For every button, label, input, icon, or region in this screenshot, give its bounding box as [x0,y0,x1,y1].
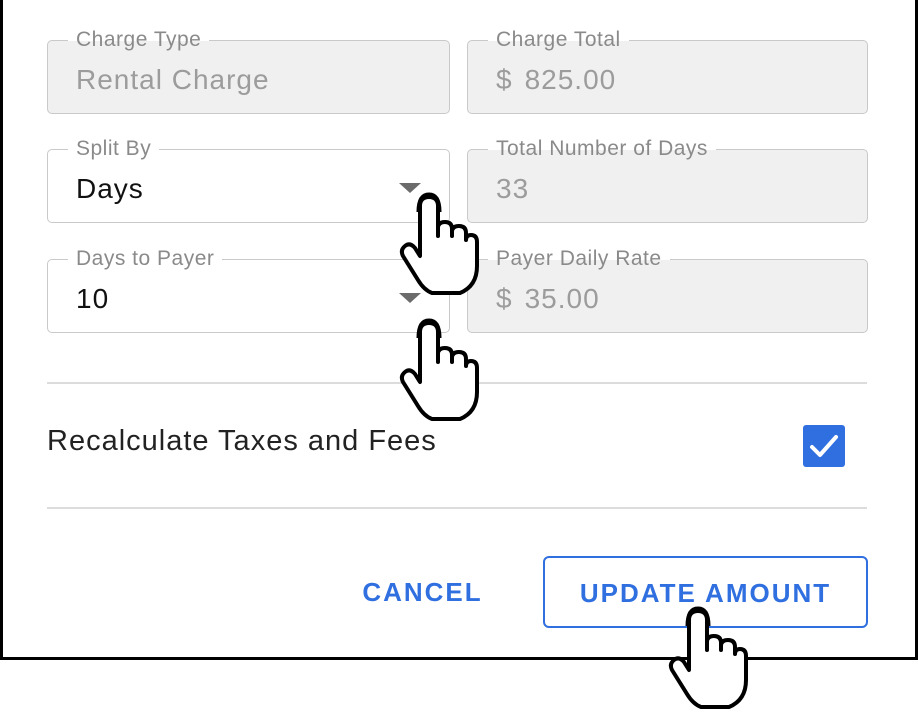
days-to-payer-value: 10 [76,283,110,314]
days-to-payer-select[interactable]: Days to Payer 10 [47,248,450,333]
checkmark-icon [810,435,838,457]
charge-type-value: Rental Charge [76,64,270,95]
total-days-label: Total Number of Days [488,138,716,160]
charge-type-label: Charge Type [68,29,210,51]
charge-total-value-wrap: $825.00 [496,63,616,97]
total-days-field: Total Number of Days 33 [467,138,868,223]
charge-total-value: 825.00 [524,64,617,95]
cancel-button[interactable]: CANCEL [355,565,490,617]
total-days-value: 33 [496,173,530,204]
split-by-select[interactable]: Split By Days [47,138,450,223]
payer-daily-rate-field: Payer Daily Rate $35.00 [467,248,868,333]
currency-symbol: $ [496,64,513,95]
hand-pointer-icon [399,192,479,295]
currency-symbol: $ [496,283,513,314]
days-to-payer-label: Days to Payer [68,248,223,270]
split-by-label: Split By [68,138,160,160]
hand-pointer-icon [399,318,479,421]
charge-total-field: Charge Total $825.00 [467,29,868,114]
payer-daily-rate-label: Payer Daily Rate [488,248,670,270]
payer-daily-rate-value-wrap: $35.00 [496,282,600,316]
hand-pointer-icon [668,606,748,709]
split-by-value: Days [76,173,144,204]
recalculate-label: Recalculate Taxes and Fees [47,425,437,457]
divider [47,507,867,509]
recalculate-checkbox[interactable] [803,425,845,467]
charge-type-field: Charge Type Rental Charge [47,29,450,114]
payer-daily-rate-value: 35.00 [524,283,600,314]
charge-total-label: Charge Total [488,29,629,51]
